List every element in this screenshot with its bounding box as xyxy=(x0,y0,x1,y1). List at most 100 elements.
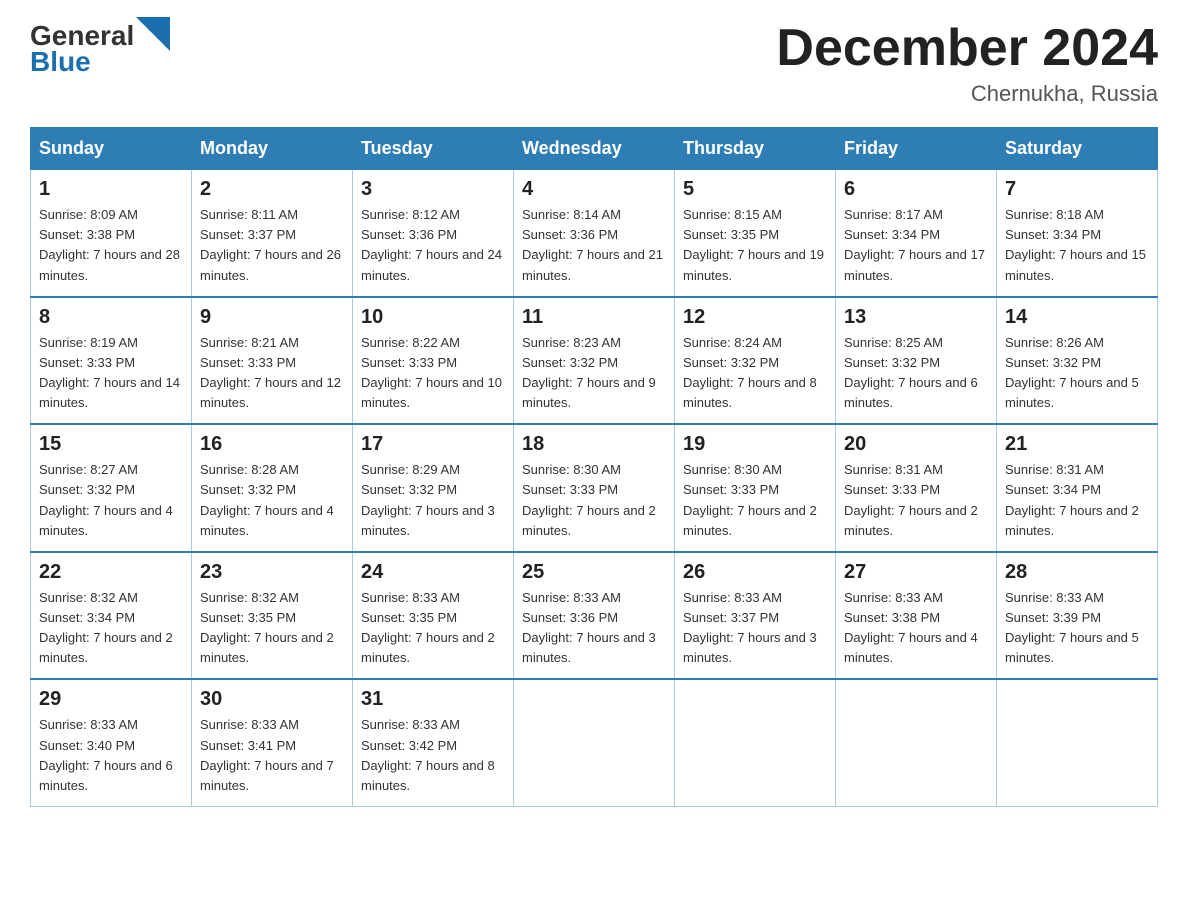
day-info: Sunrise: 8:33 AMSunset: 3:36 PMDaylight:… xyxy=(522,588,666,669)
day-info: Sunrise: 8:32 AMSunset: 3:35 PMDaylight:… xyxy=(200,588,344,669)
calendar-day-cell: 25 Sunrise: 8:33 AMSunset: 3:36 PMDayligh… xyxy=(514,552,675,680)
day-number: 19 xyxy=(683,433,827,456)
calendar-day-cell xyxy=(514,679,675,806)
page-header: General Blue December 2024 Chernukha, Ru… xyxy=(30,20,1158,107)
day-number: 22 xyxy=(39,561,183,584)
day-number: 20 xyxy=(844,433,988,456)
day-info: Sunrise: 8:21 AMSunset: 3:33 PMDaylight:… xyxy=(200,333,344,414)
day-number: 8 xyxy=(39,306,183,329)
calendar-day-cell: 30Sunrise: 8:33 AMSunset: 3:41 PMDayligh… xyxy=(192,679,353,806)
day-number: 4 xyxy=(522,178,666,201)
calendar-day-cell: 20 Sunrise: 8:31 AMSunset: 3:33 PMDayligh… xyxy=(836,424,997,552)
day-number: 9 xyxy=(200,306,344,329)
day-info: Sunrise: 8:22 AMSunset: 3:33 PMDaylight:… xyxy=(361,333,505,414)
day-number: 1 xyxy=(39,178,183,201)
calendar-day-cell: 11 Sunrise: 8:23 AMSunset: 3:32 PMDayligh… xyxy=(514,297,675,425)
calendar-day-cell: 7Sunrise: 8:18 AMSunset: 3:34 PMDaylight… xyxy=(997,170,1158,297)
calendar-day-cell xyxy=(997,679,1158,806)
calendar-day-cell: 15 Sunrise: 8:27 AMSunset: 3:32 PMDayligh… xyxy=(31,424,192,552)
day-info: Sunrise: 8:31 AMSunset: 3:34 PMDaylight:… xyxy=(1005,460,1149,541)
calendar-day-cell: 24 Sunrise: 8:33 AMSunset: 3:35 PMDayligh… xyxy=(353,552,514,680)
day-number: 12 xyxy=(683,306,827,329)
day-number: 28 xyxy=(1005,561,1149,584)
day-number: 17 xyxy=(361,433,505,456)
weekday-header-thursday: Thursday xyxy=(675,128,836,170)
logo: General Blue xyxy=(30,20,170,78)
weekday-header-saturday: Saturday xyxy=(997,128,1158,170)
day-number: 10 xyxy=(361,306,505,329)
month-title: December 2024 xyxy=(776,20,1158,77)
day-info: Sunrise: 8:14 AMSunset: 3:36 PMDaylight:… xyxy=(522,205,666,286)
calendar-day-cell: 8 Sunrise: 8:19 AMSunset: 3:33 PMDaylight… xyxy=(31,297,192,425)
location-subtitle: Chernukha, Russia xyxy=(776,81,1158,107)
day-number: 26 xyxy=(683,561,827,584)
day-number: 18 xyxy=(522,433,666,456)
day-number: 5 xyxy=(683,178,827,201)
day-number: 25 xyxy=(522,561,666,584)
calendar-table: SundayMondayTuesdayWednesdayThursdayFrid… xyxy=(30,127,1158,807)
day-info: Sunrise: 8:30 AMSunset: 3:33 PMDaylight:… xyxy=(522,460,666,541)
calendar-day-cell: 27 Sunrise: 8:33 AMSunset: 3:38 PMDayligh… xyxy=(836,552,997,680)
day-number: 3 xyxy=(361,178,505,201)
calendar-week-row: 1 Sunrise: 8:09 AMSunset: 3:38 PMDaylight… xyxy=(31,170,1158,297)
day-info: Sunrise: 8:33 AMSunset: 3:42 PMDaylight:… xyxy=(361,715,505,796)
day-info: Sunrise: 8:32 AMSunset: 3:34 PMDaylight:… xyxy=(39,588,183,669)
day-number: 6 xyxy=(844,178,988,201)
logo-triangle-icon xyxy=(136,17,170,51)
day-number: 21 xyxy=(1005,433,1149,456)
day-info: Sunrise: 8:19 AMSunset: 3:33 PMDaylight:… xyxy=(39,333,183,414)
day-number: 11 xyxy=(522,306,666,329)
calendar-day-cell: 2 Sunrise: 8:11 AMSunset: 3:37 PMDaylight… xyxy=(192,170,353,297)
calendar-day-cell: 18 Sunrise: 8:30 AMSunset: 3:33 PMDayligh… xyxy=(514,424,675,552)
day-info: Sunrise: 8:28 AMSunset: 3:32 PMDaylight:… xyxy=(200,460,344,541)
calendar-day-cell: 31Sunrise: 8:33 AMSunset: 3:42 PMDayligh… xyxy=(353,679,514,806)
day-number: 16 xyxy=(200,433,344,456)
day-info: Sunrise: 8:33 AMSunset: 3:39 PMDaylight:… xyxy=(1005,588,1149,669)
day-info: Sunrise: 8:33 AMSunset: 3:35 PMDaylight:… xyxy=(361,588,505,669)
day-number: 15 xyxy=(39,433,183,456)
weekday-header-friday: Friday xyxy=(836,128,997,170)
weekday-header-monday: Monday xyxy=(192,128,353,170)
day-info: Sunrise: 8:30 AMSunset: 3:33 PMDaylight:… xyxy=(683,460,827,541)
day-info: Sunrise: 8:25 AMSunset: 3:32 PMDaylight:… xyxy=(844,333,988,414)
calendar-week-row: 8 Sunrise: 8:19 AMSunset: 3:33 PMDaylight… xyxy=(31,297,1158,425)
weekday-header-row: SundayMondayTuesdayWednesdayThursdayFrid… xyxy=(31,128,1158,170)
calendar-day-cell: 1 Sunrise: 8:09 AMSunset: 3:38 PMDaylight… xyxy=(31,170,192,297)
day-number: 27 xyxy=(844,561,988,584)
day-info: Sunrise: 8:33 AMSunset: 3:38 PMDaylight:… xyxy=(844,588,988,669)
calendar-week-row: 15 Sunrise: 8:27 AMSunset: 3:32 PMDayligh… xyxy=(31,424,1158,552)
day-number: 2 xyxy=(200,178,344,201)
day-info: Sunrise: 8:24 AMSunset: 3:32 PMDaylight:… xyxy=(683,333,827,414)
day-info: Sunrise: 8:29 AMSunset: 3:32 PMDaylight:… xyxy=(361,460,505,541)
day-info: Sunrise: 8:27 AMSunset: 3:32 PMDaylight:… xyxy=(39,460,183,541)
logo-text-blue: Blue xyxy=(30,46,91,78)
day-number: 14 xyxy=(1005,306,1149,329)
weekday-header-tuesday: Tuesday xyxy=(353,128,514,170)
day-info: Sunrise: 8:26 AMSunset: 3:32 PMDaylight:… xyxy=(1005,333,1149,414)
calendar-day-cell xyxy=(675,679,836,806)
day-info: Sunrise: 8:18 AMSunset: 3:34 PMDaylight:… xyxy=(1005,205,1149,286)
day-number: 30 xyxy=(200,688,344,711)
calendar-day-cell: 28 Sunrise: 8:33 AMSunset: 3:39 PMDayligh… xyxy=(997,552,1158,680)
weekday-header-wednesday: Wednesday xyxy=(514,128,675,170)
calendar-day-cell: 16 Sunrise: 8:28 AMSunset: 3:32 PMDayligh… xyxy=(192,424,353,552)
calendar-day-cell: 17 Sunrise: 8:29 AMSunset: 3:32 PMDayligh… xyxy=(353,424,514,552)
day-info: Sunrise: 8:12 AMSunset: 3:36 PMDaylight:… xyxy=(361,205,505,286)
day-info: Sunrise: 8:23 AMSunset: 3:32 PMDaylight:… xyxy=(522,333,666,414)
calendar-day-cell: 21 Sunrise: 8:31 AMSunset: 3:34 PMDayligh… xyxy=(997,424,1158,552)
day-number: 24 xyxy=(361,561,505,584)
calendar-week-row: 22 Sunrise: 8:32 AMSunset: 3:34 PMDayligh… xyxy=(31,552,1158,680)
calendar-day-cell: 3 Sunrise: 8:12 AMSunset: 3:36 PMDaylight… xyxy=(353,170,514,297)
day-info: Sunrise: 8:33 AMSunset: 3:37 PMDaylight:… xyxy=(683,588,827,669)
calendar-day-cell: 9 Sunrise: 8:21 AMSunset: 3:33 PMDaylight… xyxy=(192,297,353,425)
day-info: Sunrise: 8:31 AMSunset: 3:33 PMDaylight:… xyxy=(844,460,988,541)
day-info: Sunrise: 8:11 AMSunset: 3:37 PMDaylight:… xyxy=(200,205,344,286)
calendar-day-cell: 29Sunrise: 8:33 AMSunset: 3:40 PMDayligh… xyxy=(31,679,192,806)
day-info: Sunrise: 8:33 AMSunset: 3:40 PMDaylight:… xyxy=(39,715,183,796)
calendar-day-cell: 12 Sunrise: 8:24 AMSunset: 3:32 PMDayligh… xyxy=(675,297,836,425)
calendar-day-cell: 5 Sunrise: 8:15 AMSunset: 3:35 PMDaylight… xyxy=(675,170,836,297)
day-info: Sunrise: 8:09 AMSunset: 3:38 PMDaylight:… xyxy=(39,205,183,286)
day-info: Sunrise: 8:15 AMSunset: 3:35 PMDaylight:… xyxy=(683,205,827,286)
calendar-day-cell: 4 Sunrise: 8:14 AMSunset: 3:36 PMDaylight… xyxy=(514,170,675,297)
weekday-header-sunday: Sunday xyxy=(31,128,192,170)
